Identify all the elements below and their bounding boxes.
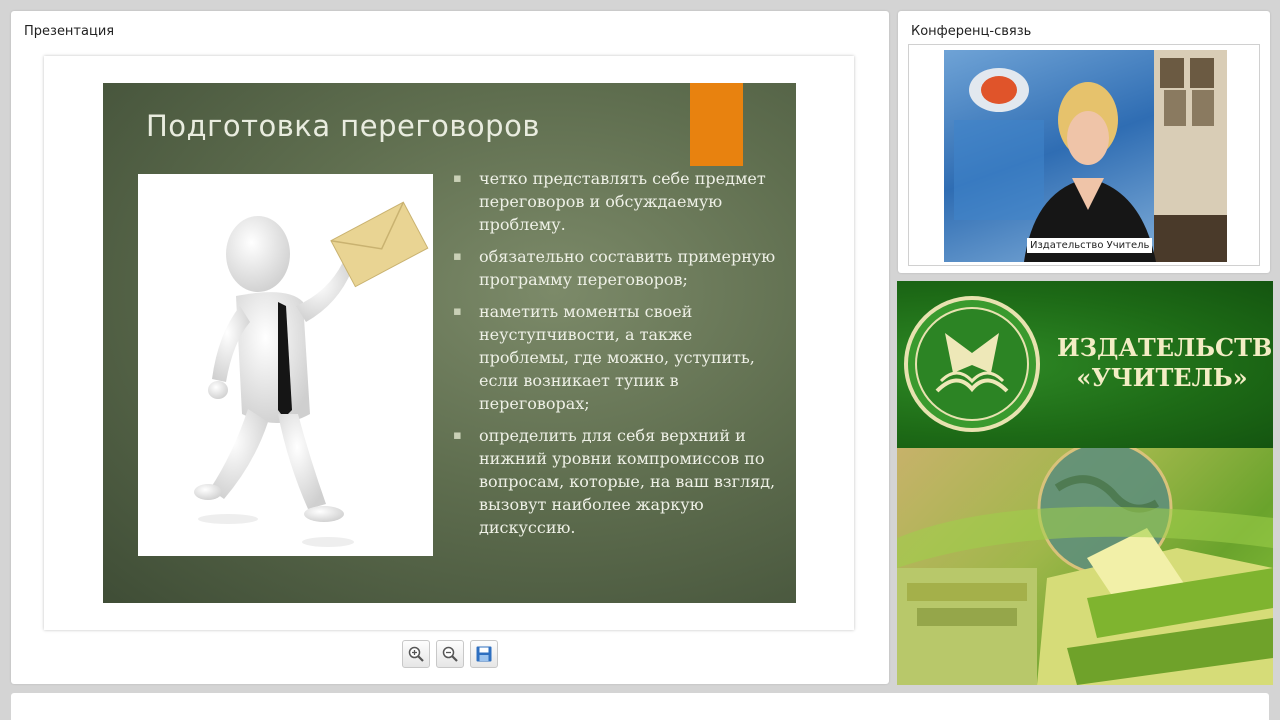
slide-illustration [138, 174, 433, 556]
speaker-video-scene [954, 50, 1227, 262]
bottom-panel [11, 693, 1269, 720]
slide-bullet-item: ▪ обязательно составить примерную програм… [453, 247, 776, 289]
slide-title: Подготовка переговоров [146, 109, 540, 143]
zoom-out-button[interactable] [436, 640, 464, 668]
conference-panel: Конференц-связь Издательство Учитель [898, 11, 1270, 273]
zoom-in-icon [408, 646, 424, 662]
slide-frame: Подготовка переговоров ▪ четко представл… [44, 56, 854, 630]
presentation-panel: Презентация Подготовка переговоров ▪ чет… [11, 11, 889, 684]
presentation-panel-title: Презентация [24, 24, 115, 39]
video-frame: Издательство Учитель [908, 44, 1260, 266]
publisher-banner-image [897, 440, 1273, 685]
running-man-with-envelope-illustration [194, 201, 429, 547]
slide-accent-block [690, 83, 743, 166]
slide-bullet-list: ▪ четко представлять себе предмет перегов… [453, 167, 783, 548]
slide: Подготовка переговоров ▪ четко представл… [103, 83, 796, 603]
video-caption: Издательство Учитель [1027, 238, 1153, 253]
zoom-in-button[interactable] [402, 640, 430, 668]
save-button[interactable] [470, 640, 498, 668]
slide-bullet-item: ▪ наметить моменты своей неуступчивости, … [453, 302, 755, 413]
save-icon [476, 646, 492, 662]
publisher-banner: ИЗДАТЕЛЬСТВО «УЧИТЕЛЬ» [897, 281, 1273, 685]
slide-bullet-item: ▪ четко представлять себе предмет перегов… [453, 169, 766, 234]
slide-bullet-item: ▪ определить для себя верхний и нижний у… [453, 426, 776, 537]
conference-panel-title: Конференц-связь [911, 24, 1032, 39]
books-and-globe-image [897, 440, 1273, 685]
webcam-video[interactable]: Издательство Учитель [944, 50, 1227, 262]
presentation-toolbar [402, 640, 498, 668]
publisher-logo [904, 296, 1040, 432]
zoom-out-icon [442, 646, 458, 662]
publisher-name: ИЗДАТЕЛЬСТВО «УЧИТЕЛЬ» [1057, 333, 1273, 392]
publisher-banner-header: ИЗДАТЕЛЬСТВО «УЧИТЕЛЬ» [897, 281, 1273, 448]
